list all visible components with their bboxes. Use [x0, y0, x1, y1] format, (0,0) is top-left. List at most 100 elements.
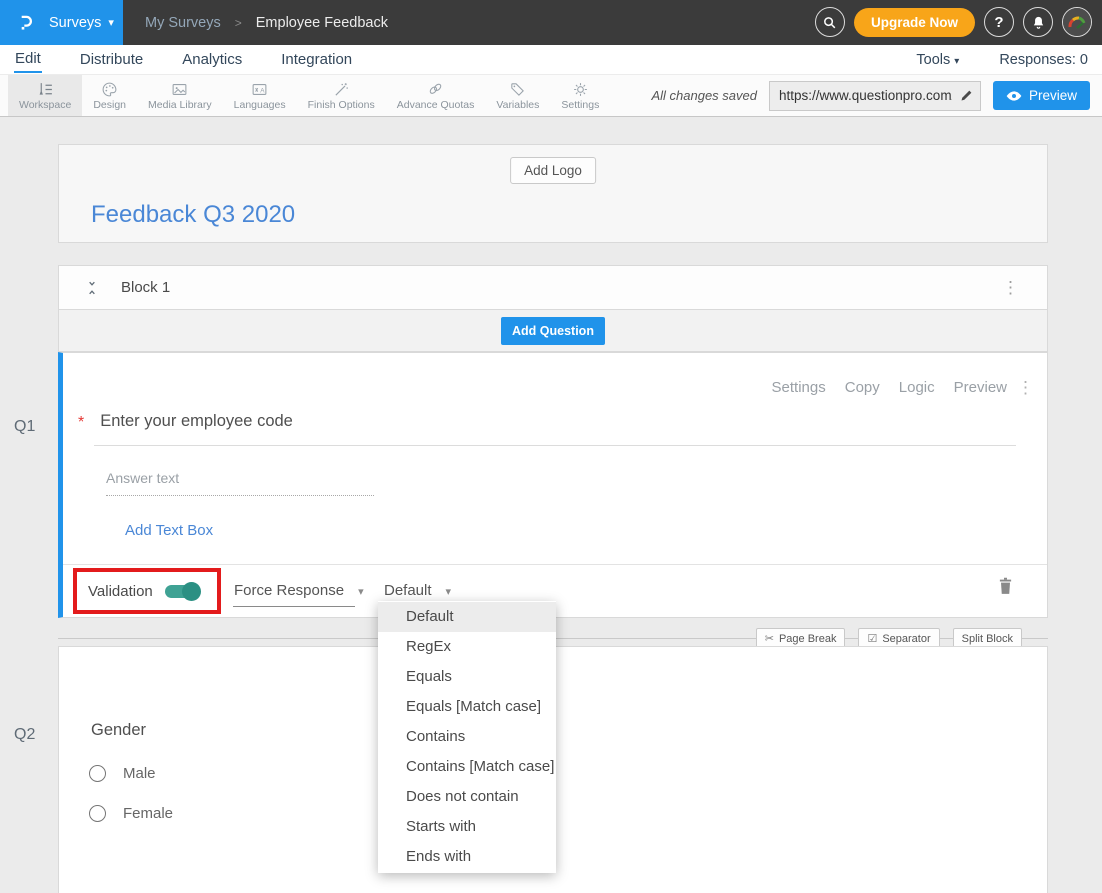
- toolbar-item-settings[interactable]: Settings: [550, 75, 610, 116]
- tab-analytics[interactable]: Analytics: [181, 48, 243, 72]
- question-settings-link[interactable]: Settings: [772, 379, 826, 396]
- menu-item-equals-match-case[interactable]: Equals [Match case]: [378, 692, 556, 722]
- force-response-dropdown[interactable]: Force Response▾: [233, 582, 355, 607]
- question-preview-link[interactable]: Preview: [954, 379, 1007, 396]
- tab-bar-right: Tools ▾ Responses: 0: [916, 52, 1088, 68]
- menu-item-does-not-contain[interactable]: Does not contain: [378, 782, 556, 812]
- add-question-row: Add Question: [58, 310, 1048, 352]
- block-title[interactable]: Block 1: [121, 279, 170, 296]
- menu-item-contains[interactable]: Contains: [378, 722, 556, 752]
- scissors-icon: ✂: [765, 632, 774, 645]
- question-1-card: Settings Copy Logic Preview ⋮ * Enter yo…: [58, 352, 1048, 618]
- tab-edit[interactable]: Edit: [14, 47, 42, 73]
- toolbar-item-finish-options[interactable]: Finish Options: [297, 75, 386, 116]
- product-menu[interactable]: Surveys ▾: [0, 0, 123, 45]
- chevron-down-icon: ▾: [108, 16, 114, 29]
- save-status: All changes saved: [651, 88, 757, 103]
- add-text-box-link[interactable]: Add Text Box: [125, 522, 213, 539]
- toolbar-item-advance-quotas[interactable]: Advance Quotas: [386, 75, 486, 116]
- menu-item-default[interactable]: Default: [378, 602, 556, 632]
- menu-item-starts-with[interactable]: Starts with: [378, 812, 556, 842]
- workspace-icon: [36, 81, 55, 98]
- radio-option-female[interactable]: Female: [89, 805, 173, 822]
- chevron-down-icon: ▾: [446, 586, 452, 598]
- toggle-knob: [182, 582, 201, 601]
- notifications-button[interactable]: [1023, 7, 1053, 37]
- svg-text:A: A: [260, 87, 265, 94]
- question-text[interactable]: Enter your employee code: [100, 412, 293, 431]
- question-1-id-label: Q1: [14, 418, 35, 436]
- validation-divider: [63, 564, 1047, 565]
- palette-icon: [100, 81, 119, 98]
- menu-item-ends-with[interactable]: Ends with: [378, 842, 556, 872]
- editor-toolbar: Workspace Design Media Library A Languag…: [0, 74, 1102, 117]
- breadcrumb-parent[interactable]: My Surveys: [145, 15, 221, 31]
- survey-header-card: Add Logo Feedback Q3 2020: [58, 144, 1048, 243]
- toolbar-right: All changes saved Preview: [651, 75, 1102, 116]
- question-text-row: * Enter your employee code: [78, 412, 293, 432]
- menu-item-equals[interactable]: Equals: [378, 662, 556, 692]
- responses-count[interactable]: Responses: 0: [999, 52, 1088, 68]
- tab-distribute[interactable]: Distribute: [79, 48, 144, 72]
- toolbar-item-variables[interactable]: Variables: [485, 75, 550, 116]
- question-underline: [94, 445, 1016, 446]
- question-actions: Settings Copy Logic Preview: [772, 379, 1007, 396]
- radio-option-male[interactable]: Male: [89, 765, 156, 782]
- translate-icon: A: [250, 81, 269, 98]
- top-header: Surveys ▾ My Surveys > Employee Feedback…: [0, 0, 1102, 45]
- survey-title[interactable]: Feedback Q3 2020: [91, 201, 295, 229]
- radio-icon: [89, 805, 106, 822]
- block-header: Block 1 ⋮: [58, 265, 1048, 310]
- search-icon: [822, 15, 837, 30]
- toolbar-item-workspace[interactable]: Workspace: [8, 75, 82, 116]
- block-kebab-menu-icon[interactable]: ⋮: [1002, 279, 1019, 296]
- chain-links-icon: [426, 81, 445, 98]
- answer-text-field[interactable]: Answer text: [106, 470, 374, 496]
- avatar[interactable]: [1062, 7, 1092, 37]
- tools-dropdown[interactable]: Tools ▾: [916, 52, 959, 68]
- validation-toggle[interactable]: [165, 585, 198, 598]
- gear-icon: [571, 81, 590, 98]
- upgrade-now-button[interactable]: Upgrade Now: [854, 8, 975, 37]
- chevron-down-icon: ▾: [358, 586, 364, 598]
- add-question-button[interactable]: Add Question: [501, 317, 605, 345]
- question-logic-link[interactable]: Logic: [899, 379, 935, 396]
- toolbar-item-design[interactable]: Design: [82, 75, 137, 116]
- bell-icon: [1031, 15, 1046, 30]
- tag-icon: [508, 81, 527, 98]
- breadcrumb: My Surveys > Employee Feedback: [145, 0, 388, 45]
- search-button[interactable]: [815, 7, 845, 37]
- validation-label: Validation: [88, 583, 153, 600]
- edit-pencil-icon[interactable]: [959, 88, 974, 103]
- eye-icon: [1006, 90, 1022, 102]
- menu-item-regex[interactable]: RegEx: [378, 632, 556, 662]
- toolbar-item-languages[interactable]: A Languages: [223, 75, 297, 116]
- image-icon: [170, 81, 189, 98]
- chevron-down-icon: ▾: [954, 56, 959, 67]
- avatar-image: [1063, 8, 1091, 36]
- help-button[interactable]: ?: [984, 7, 1014, 37]
- collapse-block-icon[interactable]: [85, 279, 99, 297]
- toolbar-item-media-library[interactable]: Media Library: [137, 75, 223, 116]
- validation-type-menu: Default RegEx Equals Equals [Match case]…: [378, 601, 556, 873]
- questionpro-logo-icon: [16, 12, 37, 34]
- survey-url-wrap: [769, 81, 981, 111]
- question-mark-icon: ?: [994, 14, 1003, 31]
- breadcrumb-separator-icon: >: [235, 16, 242, 30]
- radio-icon: [89, 765, 106, 782]
- question-kebab-menu-icon[interactable]: ⋮: [1017, 378, 1034, 398]
- menu-item-contains-match-case[interactable]: Contains [Match case]: [378, 752, 556, 782]
- magic-wand-icon: [332, 81, 351, 98]
- trash-icon[interactable]: [998, 577, 1013, 595]
- product-menu-label: Surveys: [49, 15, 101, 31]
- question-text[interactable]: Gender: [91, 721, 146, 740]
- question-copy-link[interactable]: Copy: [845, 379, 880, 396]
- survey-url-input[interactable]: [769, 81, 981, 111]
- checkbox-icon: ☑: [867, 632, 877, 645]
- add-logo-button[interactable]: Add Logo: [510, 157, 596, 184]
- tab-integration[interactable]: Integration: [280, 48, 353, 72]
- question-2-id-label: Q2: [14, 726, 35, 744]
- preview-button[interactable]: Preview: [993, 81, 1090, 110]
- header-actions: Upgrade Now ?: [815, 7, 1092, 37]
- survey-editor-page: Surveys ▾ My Surveys > Employee Feedback…: [0, 0, 1102, 893]
